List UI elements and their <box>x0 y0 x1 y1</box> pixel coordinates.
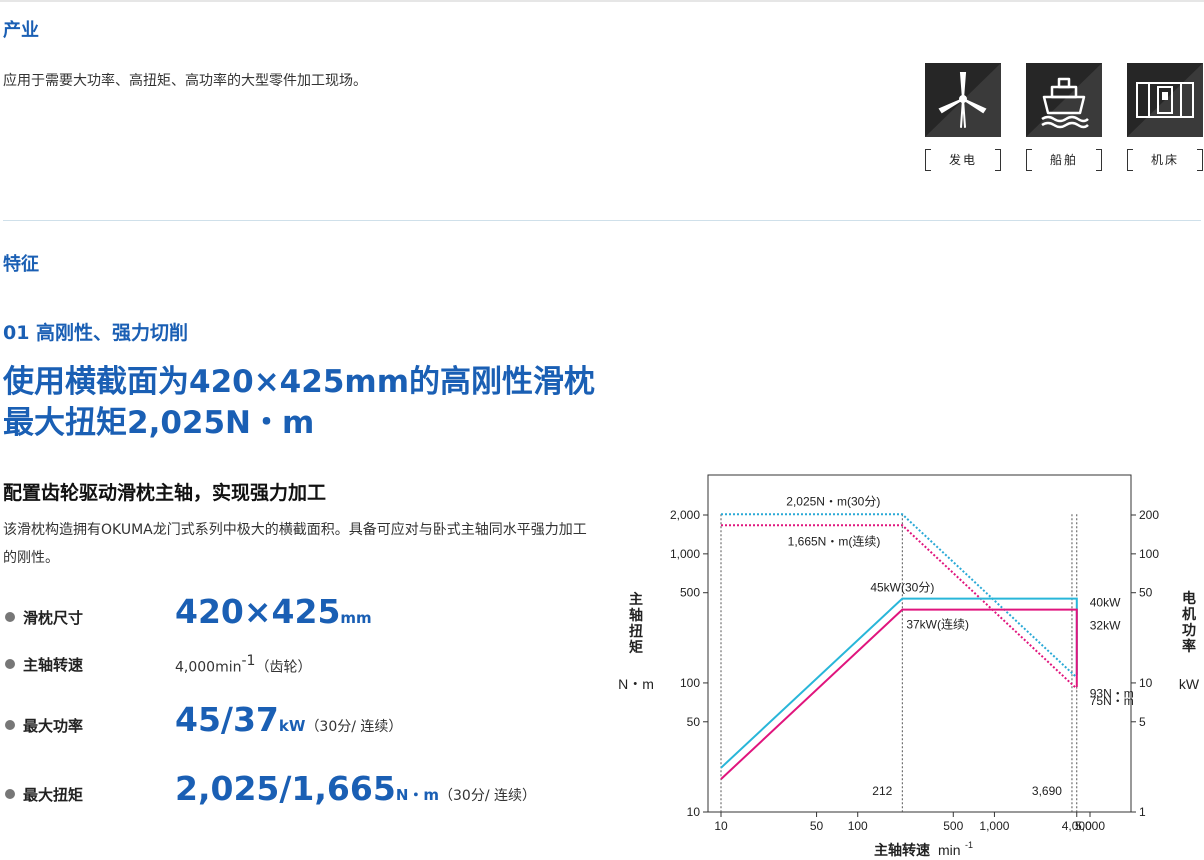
chart-annotation: 1,665N・m(连续) <box>788 533 881 548</box>
chart-annotation: 37kW(连续) <box>906 617 969 632</box>
x-tick-label: 5,000 <box>1075 819 1105 833</box>
machine-tool-icon <box>1136 82 1194 118</box>
y-right-title-char: 功 <box>1182 622 1196 638</box>
x-axis-unit: min <box>938 842 961 858</box>
y-left-title-char: 轴 <box>629 607 643 623</box>
x-axis-unit-sup: -1 <box>965 840 973 850</box>
ship-icon <box>1041 77 1089 129</box>
body-text: 该滑枕构造拥有OKUMA龙门式系列中极大的横截面积。具备可应对与卧式主轴同水平强… <box>3 522 587 566</box>
y-right-title-char: 机 <box>1182 606 1196 622</box>
series-power30 <box>720 597 1078 769</box>
chart-annotation: 40kW <box>1090 596 1121 610</box>
y-left-tick-label: 2,000 <box>670 508 700 522</box>
y-right-tick-label: 100 <box>1139 547 1159 561</box>
chart-annotation: 2,025N・m(30分) <box>786 494 880 508</box>
series-powerCont <box>720 608 1078 780</box>
y-right-tick-label: 5 <box>1139 715 1146 729</box>
y-right-tick-label: 200 <box>1139 508 1159 522</box>
industry-heading: 产业 <box>3 20 39 41</box>
spec-max-torque: 最大扭矩 2,025/1,665N・m（30分/ 连续） <box>5 769 605 815</box>
top-divider <box>0 0 1204 2</box>
bullet-icon <box>5 659 15 669</box>
x-axis-title: 主轴转速 <box>874 842 930 858</box>
industry-card-ship: 船舶 <box>1026 63 1102 171</box>
spec-value: 2,025/1,665N・m（30分/ 连续） <box>175 769 536 808</box>
industry-card-machine: 机床 <box>1127 63 1203 171</box>
y-right-title-char: 电 <box>1182 590 1196 606</box>
bullet-icon <box>5 789 15 799</box>
y-right-tick-label: 10 <box>1139 676 1153 690</box>
x-tick-label: 1,000 <box>979 819 1009 833</box>
y-left-title-char: 主 <box>629 591 643 607</box>
y-left-tick-label: 50 <box>687 715 701 729</box>
spec-value: 420×425mm <box>175 592 372 631</box>
chart-annotation: 45kW(30分) <box>870 581 934 595</box>
spec-label: 滑枕尺寸 <box>23 609 84 627</box>
y-right-tick-label: 50 <box>1139 586 1153 600</box>
y-left-unit: N・m <box>618 676 654 692</box>
chart-annotation: 75N・m <box>1090 694 1134 708</box>
y-left-tick-label: 500 <box>680 586 700 600</box>
spec-label: 最大功率 <box>23 717 84 735</box>
y-left-tick-label: 10 <box>687 805 701 819</box>
y-right-title-char: 率 <box>1182 638 1196 654</box>
wind-turbine-icon <box>938 72 987 128</box>
x-tick-label: 10 <box>714 819 728 833</box>
spec-value: 45/37kW（30分/ 连续） <box>175 700 403 739</box>
series-torqueCont <box>721 524 1078 690</box>
industry-label-machine: 机床 <box>1127 149 1203 171</box>
bullet-icon <box>5 720 15 730</box>
y-right-unit: kW <box>1179 676 1200 692</box>
spec-max-power: 最大功率 45/37kW（30分/ 连续） <box>5 700 605 746</box>
y-left-title-char: 矩 <box>629 639 643 655</box>
y-right-tick-label: 1 <box>1139 805 1146 819</box>
x-tick-label: 50 <box>810 819 824 833</box>
industry-card-power: 发电 <box>925 63 1001 171</box>
feature-subheading: 01 高刚性、强力切削 <box>3 322 189 344</box>
industry-description: 应用于需要大功率、高扭矩、高功率的大型零件加工现场。 <box>3 73 367 89</box>
subheadline: 配置齿轮驱动滑枕主轴，实现强力加工 <box>3 482 327 504</box>
plot-frame <box>707 474 1132 813</box>
spec-label: 主轴转速 <box>23 656 84 674</box>
chart-annotation: 3,690 <box>1032 784 1062 798</box>
spec-ram-size: 滑枕尺寸 420×425mm <box>5 592 605 638</box>
chart-annotation: 212 <box>872 784 892 798</box>
chart-annotation: 32kW <box>1090 619 1121 633</box>
section-divider <box>3 220 1201 221</box>
headline-line2: 最大扭矩2,025N・m <box>3 405 315 441</box>
industry-label-power: 发电 <box>925 149 1001 171</box>
y-left-title-char: 扭 <box>629 623 643 639</box>
industry-label-ship: 船舶 <box>1026 149 1102 171</box>
y-left-tick-label: 1,000 <box>670 547 700 561</box>
x-tick-label: 500 <box>943 819 963 833</box>
x-tick-label: 100 <box>848 819 868 833</box>
spec-label: 最大扭矩 <box>23 786 84 804</box>
spec-value: 4,000min-1（齿轮） <box>175 653 312 676</box>
y-left-tick-label: 100 <box>680 676 700 690</box>
bullet-icon <box>5 612 15 622</box>
torque-power-chart: 10 50 100 500 1,000 4,0005,00010501005001,000… <box>618 474 1200 858</box>
headline-line1: 使用横截面为420×425mm的高刚性滑枕 <box>3 364 595 400</box>
spec-spindle-speed: 主轴转速 4,000min-1（齿轮） <box>5 645 605 685</box>
series-torque30 <box>721 513 1078 679</box>
features-heading: 特征 <box>3 254 39 275</box>
